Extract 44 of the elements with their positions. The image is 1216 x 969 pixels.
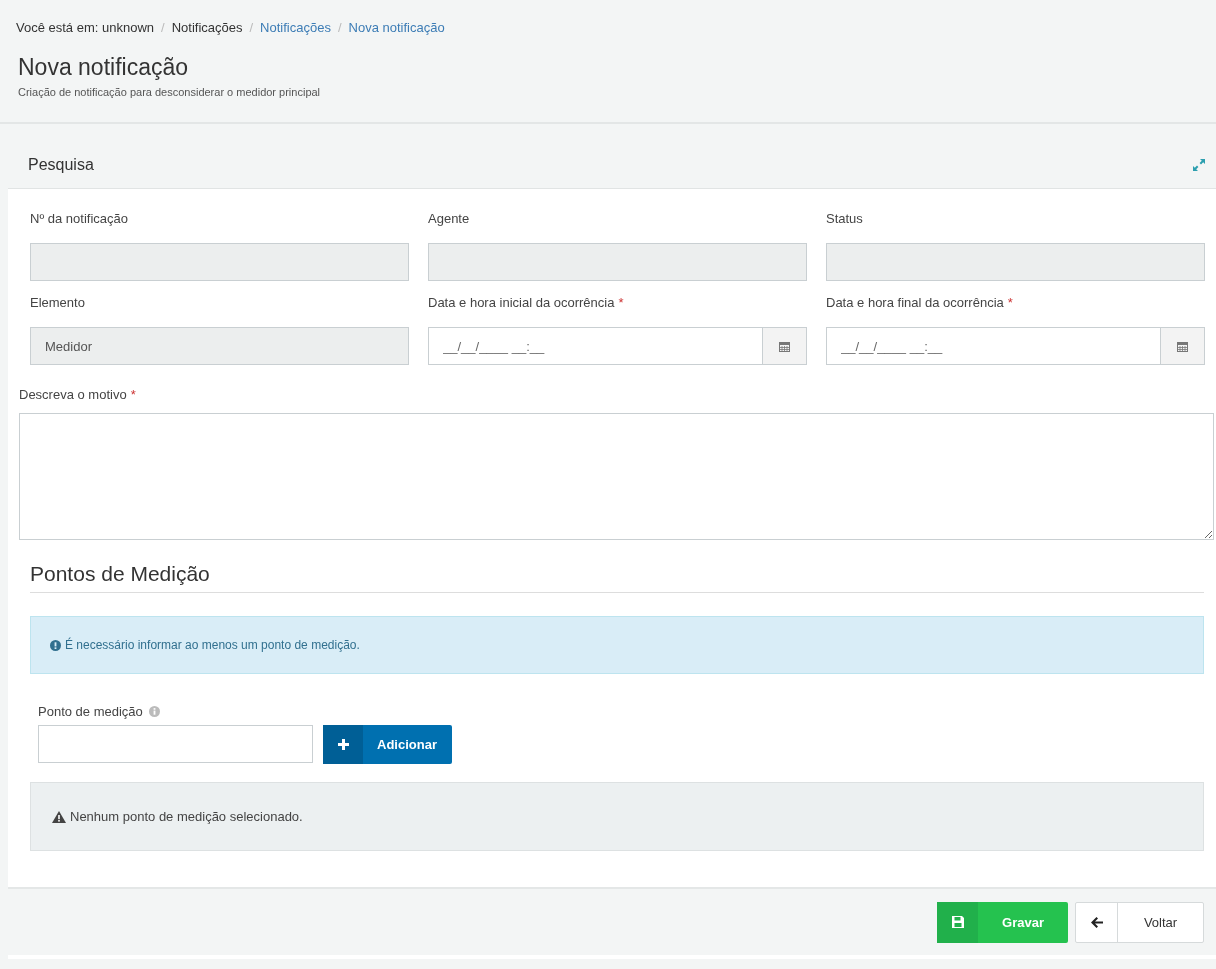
warning-icon — [52, 810, 66, 823]
input-field[interactable] — [826, 243, 1205, 281]
calendar-icon — [779, 340, 790, 352]
field-label: Ponto de medição — [38, 704, 143, 719]
exclamation-icon — [50, 639, 61, 651]
breadcrumb-separator: / — [249, 19, 254, 35]
expand-icon[interactable] — [1192, 158, 1206, 172]
required-mark: * — [1007, 295, 1013, 312]
field-label: Elemento — [30, 295, 85, 312]
calendar-icon — [1177, 340, 1188, 352]
page-title: Nova notificação — [18, 53, 190, 82]
field-label: Descreva o motivo — [19, 387, 127, 404]
input-field[interactable] — [30, 243, 409, 281]
required-mark: * — [618, 295, 624, 312]
breadcrumb-separator: / — [337, 19, 342, 35]
info-message: É necessário informar ao menos um ponto de medição. — [65, 638, 360, 652]
calendar-button[interactable] — [1161, 327, 1205, 365]
back-button[interactable]: Voltar — [1075, 901, 1204, 943]
field-label: Data e hora final da ocorrência — [826, 295, 1004, 312]
warning-message: Nenhum ponto de medição selecionado. — [70, 809, 303, 824]
input-field[interactable]: Medidor — [30, 327, 409, 365]
field-label: Status — [826, 211, 863, 228]
date-input[interactable]: __/__/____ __:__ — [826, 327, 1161, 365]
field-label: Agente — [428, 211, 470, 228]
field-label: Data e hora inicial da ocorrência — [428, 295, 615, 312]
breadcrumb-prefix: Você está em: unknown — [16, 19, 155, 35]
breadcrumb-link[interactable]: Nova notificação — [348, 19, 445, 35]
plus-icon — [337, 739, 349, 750]
field-label: Nº da notificação — [30, 211, 128, 228]
section-title: Pontos de Medição — [30, 562, 1204, 593]
breadcrumb-separator: / — [161, 19, 165, 35]
panel-title: Pesquisa — [28, 156, 94, 174]
calendar-button[interactable] — [763, 327, 807, 365]
required-mark: * — [130, 387, 136, 404]
info-icon[interactable] — [148, 706, 160, 717]
arrow-left-icon — [1090, 916, 1103, 928]
input-field[interactable] — [428, 243, 807, 281]
date-input[interactable]: __/__/____ __:__ — [428, 327, 763, 365]
add-button[interactable]: Adicionar — [323, 725, 452, 764]
page-subtitle: Criação de notificação para desconsiderar o medidor principal — [18, 86, 322, 98]
breadcrumb-item: Notificações — [171, 19, 243, 35]
reason-textarea[interactable] — [19, 413, 1214, 540]
breadcrumb-link[interactable]: Notificações — [260, 19, 331, 35]
input-field[interactable] — [38, 725, 313, 763]
